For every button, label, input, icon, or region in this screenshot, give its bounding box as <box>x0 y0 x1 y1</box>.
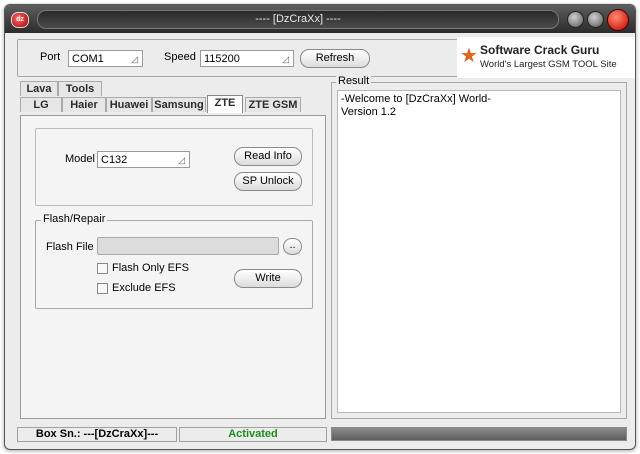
result-group: Result -Welcome to [DzCraXx] World- Vers… <box>331 75 627 419</box>
activation-status: Activated <box>179 427 327 442</box>
read-info-button[interactable]: Read Info <box>234 147 302 166</box>
logo-title: Software Crack Guru <box>480 43 600 57</box>
speed-label: Speed <box>164 51 196 63</box>
logo-subtitle: World's Largest GSM TOOL Site <box>480 59 617 70</box>
tab-lava[interactable]: Lava <box>20 81 58 96</box>
port-value: COM1 <box>72 53 104 65</box>
dropdown-arrow-icon: ◿ <box>131 54 138 64</box>
model-value: C132 <box>101 154 128 166</box>
log-line: Version 1.2 <box>341 106 397 118</box>
star-icon: ★ <box>460 45 478 67</box>
close-button[interactable] <box>607 9 629 31</box>
log-line: -Welcome to [DzCraXx] World- <box>341 93 491 105</box>
exclude-efs-label: Exclude EFS <box>112 282 176 294</box>
minimize-button[interactable] <box>567 11 584 28</box>
refresh-button[interactable]: Refresh <box>300 49 370 68</box>
model-label: Model <box>65 153 95 165</box>
result-title: Result <box>336 75 372 87</box>
watermark-logo: ★ Software Crack Guru World's Largest GS… <box>457 37 635 78</box>
tab-tools[interactable]: Tools <box>58 81 102 96</box>
dropdown-arrow-icon: ◿ <box>282 54 289 64</box>
tab-zte-gsm[interactable]: ZTE GSM <box>245 97 301 112</box>
zte-tab-panel: Model C132 ◿ Read Info SP Unlock Flash/R… <box>20 115 326 419</box>
flash-repair-title: Flash/Repair <box>41 213 108 225</box>
speed-value: 115200 <box>204 53 240 65</box>
tab-lg[interactable]: LG <box>20 97 62 112</box>
app-icon[interactable]: dz <box>11 12 29 28</box>
flash-file-field[interactable] <box>97 237 279 255</box>
flash-repair-group: Flash/Repair Flash File .. Flash Only EF… <box>35 213 313 309</box>
model-select[interactable]: C132 ◿ <box>97 151 190 168</box>
app-window: dz ---- [DzCraXx] ---- Port COM1 ◿ Speed… <box>4 4 636 450</box>
sp-unlock-button[interactable]: SP Unlock <box>234 172 302 191</box>
model-group: Model C132 ◿ Read Info SP Unlock <box>35 128 313 206</box>
progress-bar <box>331 427 627 441</box>
tab-zte[interactable]: ZTE <box>207 95 243 113</box>
box-serial: Box Sn.: ---[DzCraXx]--- <box>17 427 177 442</box>
dropdown-arrow-icon: ◿ <box>178 155 185 165</box>
speed-select[interactable]: 115200 ◿ <box>200 50 294 67</box>
port-select[interactable]: COM1 ◿ <box>68 50 143 67</box>
browse-button[interactable]: .. <box>283 238 302 255</box>
tab-huawei[interactable]: Huawei <box>106 97 152 112</box>
flash-only-efs-label: Flash Only EFS <box>112 262 190 274</box>
tab-samsung[interactable]: Samsung <box>152 97 206 112</box>
status-bar: Box Sn.: ---[DzCraXx]--- Activated <box>17 427 627 442</box>
tab-haier[interactable]: Haier <box>62 97 106 112</box>
window-title: ---- [DzCraXx] ---- <box>37 10 559 29</box>
maximize-button[interactable] <box>587 11 604 28</box>
exclude-efs-checkbox[interactable] <box>97 283 108 294</box>
flash-file-label: Flash File <box>46 241 94 253</box>
title-bar: dz ---- [DzCraXx] ---- <box>5 5 635 33</box>
flash-only-efs-checkbox[interactable] <box>97 263 108 274</box>
write-button[interactable]: Write <box>234 269 302 288</box>
brand-tabs: Lava Tools LG Haier Huawei Samsung ZTE Z… <box>20 81 326 115</box>
port-label: Port <box>40 51 61 63</box>
result-log[interactable]: -Welcome to [DzCraXx] World- Version 1.2 <box>337 90 621 413</box>
